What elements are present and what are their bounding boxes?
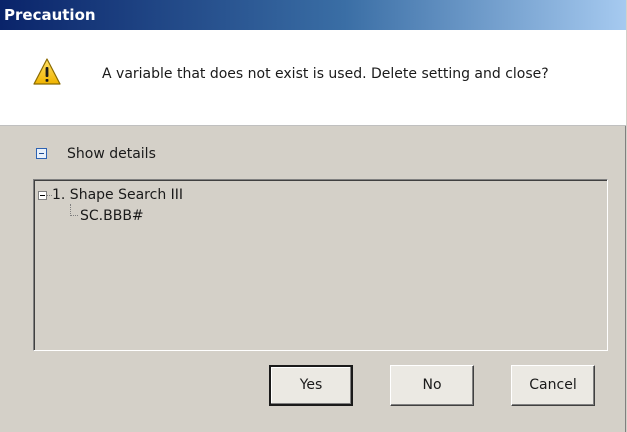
title-bar[interactable]: Precaution xyxy=(0,0,626,30)
show-details-label[interactable]: Show details xyxy=(67,146,156,162)
message-text: A variable that does not exist is used. … xyxy=(102,66,549,82)
cancel-button[interactable]: Cancel xyxy=(511,365,595,406)
message-area: A variable that does not exist is used. … xyxy=(0,30,626,126)
dialog-title: Precaution xyxy=(4,6,96,24)
precaution-dialog: Precaution A variable that does not exis… xyxy=(0,0,626,432)
details-tree-view[interactable]: 1. Shape Search III SC.BBB# xyxy=(33,179,608,351)
warning-icon xyxy=(32,57,62,87)
tree-root-label[interactable]: 1. Shape Search III xyxy=(52,187,183,203)
tree-connector xyxy=(70,204,78,216)
collapse-icon[interactable] xyxy=(36,148,47,159)
no-button[interactable]: No xyxy=(390,365,474,406)
yes-button[interactable]: Yes xyxy=(269,365,353,406)
tree-child-label[interactable]: SC.BBB# xyxy=(80,208,144,224)
tree-collapse-icon[interactable] xyxy=(38,191,47,200)
